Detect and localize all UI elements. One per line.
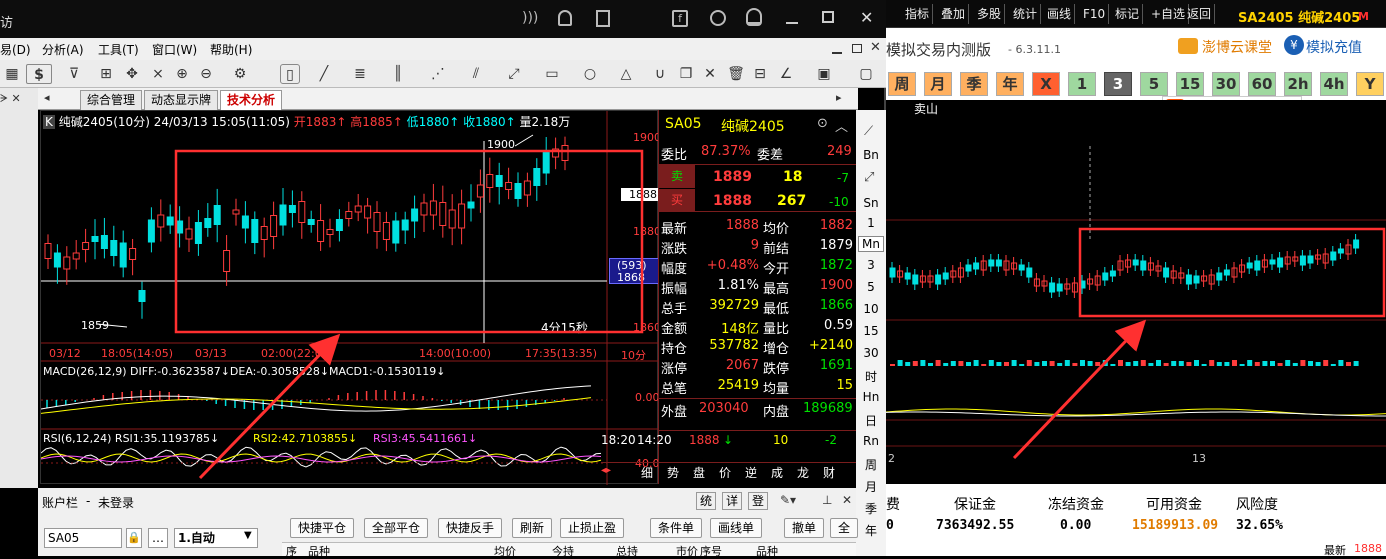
annotation-overlay [174, 149, 1386, 480]
highlight-box-back [1078, 227, 1386, 318]
highlight-box-front [174, 149, 644, 334]
annotation-arrow-front [198, 333, 341, 480]
annotation-arrow-back [1012, 319, 1147, 460]
